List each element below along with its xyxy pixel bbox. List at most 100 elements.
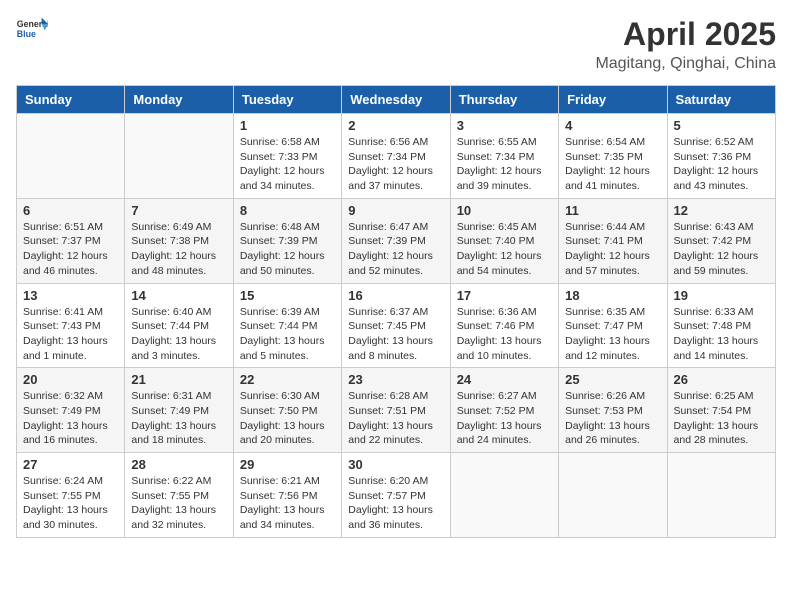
calendar-day-cell: 17 Sunrise: 6:36 AM Sunset: 7:46 PM Dayli… — [450, 283, 558, 368]
day-detail: Sunrise: 6:25 AM Sunset: 7:54 PM Dayligh… — [674, 389, 769, 448]
day-detail: Sunrise: 6:27 AM Sunset: 7:52 PM Dayligh… — [457, 389, 552, 448]
day-number: 4 — [565, 118, 660, 133]
calendar-day-cell: 10 Sunrise: 6:45 AM Sunset: 7:40 PM Dayli… — [450, 198, 558, 283]
weekday-header-row: SundayMondayTuesdayWednesdayThursdayFrid… — [17, 86, 776, 114]
calendar-day-cell: 24 Sunrise: 6:27 AM Sunset: 7:52 PM Dayli… — [450, 368, 558, 453]
calendar-day-cell: 27 Sunrise: 6:24 AM Sunset: 7:55 PM Dayli… — [17, 453, 125, 538]
weekday-header-friday: Friday — [559, 86, 667, 114]
day-detail: Sunrise: 6:45 AM Sunset: 7:40 PM Dayligh… — [457, 220, 552, 279]
day-number: 17 — [457, 288, 552, 303]
calendar-day-cell: 23 Sunrise: 6:28 AM Sunset: 7:51 PM Dayli… — [342, 368, 450, 453]
day-detail: Sunrise: 6:41 AM Sunset: 7:43 PM Dayligh… — [23, 305, 118, 364]
calendar-day-cell: 9 Sunrise: 6:47 AM Sunset: 7:39 PM Daylig… — [342, 198, 450, 283]
day-detail: Sunrise: 6:24 AM Sunset: 7:55 PM Dayligh… — [23, 474, 118, 533]
day-detail: Sunrise: 6:26 AM Sunset: 7:53 PM Dayligh… — [565, 389, 660, 448]
calendar-week-row: 20 Sunrise: 6:32 AM Sunset: 7:49 PM Dayli… — [17, 368, 776, 453]
day-number: 27 — [23, 457, 118, 472]
day-number: 21 — [131, 372, 226, 387]
calendar-day-cell: 12 Sunrise: 6:43 AM Sunset: 7:42 PM Dayli… — [667, 198, 775, 283]
calendar-day-cell: 8 Sunrise: 6:48 AM Sunset: 7:39 PM Daylig… — [233, 198, 341, 283]
day-detail: Sunrise: 6:33 AM Sunset: 7:48 PM Dayligh… — [674, 305, 769, 364]
day-number: 24 — [457, 372, 552, 387]
calendar-day-cell: 22Sunrise: 6:30 AM Sunset: 7:50 PM Dayli… — [233, 368, 341, 453]
day-number: 1 — [240, 118, 335, 133]
calendar-day-cell — [17, 114, 125, 199]
day-number: 3 — [457, 118, 552, 133]
day-number: 8 — [240, 203, 335, 218]
day-number: 14 — [131, 288, 226, 303]
calendar-day-cell: 30 Sunrise: 6:20 AM Sunset: 7:57 PM Dayli… — [342, 453, 450, 538]
day-detail: Sunrise: 6:39 AM Sunset: 7:44 PM Dayligh… — [240, 305, 335, 364]
day-detail: Sunrise: 6:52 AM Sunset: 7:36 PM Dayligh… — [674, 135, 769, 194]
page-header: General Blue April 2025 Magitang, Qingha… — [16, 16, 776, 73]
day-detail: Sunrise: 6:22 AM Sunset: 7:55 PM Dayligh… — [131, 474, 226, 533]
calendar-day-cell: 29 Sunrise: 6:21 AM Sunset: 7:56 PM Dayli… — [233, 453, 341, 538]
day-number: 9 — [348, 203, 443, 218]
calendar-week-row: 13 Sunrise: 6:41 AM Sunset: 7:43 PM Dayli… — [17, 283, 776, 368]
day-number: 20 — [23, 372, 118, 387]
weekday-header-monday: Monday — [125, 86, 233, 114]
day-detail: Sunrise: 6:20 AM Sunset: 7:57 PM Dayligh… — [348, 474, 443, 533]
calendar-day-cell — [667, 453, 775, 538]
day-detail: Sunrise: 6:35 AM Sunset: 7:47 PM Dayligh… — [565, 305, 660, 364]
calendar-day-cell: 6 Sunrise: 6:51 AM Sunset: 7:37 PM Daylig… — [17, 198, 125, 283]
calendar-week-row: 1Sunrise: 6:58 AM Sunset: 7:33 PM Daylig… — [17, 114, 776, 199]
svg-text:Blue: Blue — [17, 29, 36, 39]
day-number: 22 — [240, 372, 335, 387]
location-subtitle: Magitang, Qinghai, China — [595, 55, 776, 73]
calendar-day-cell: 28 Sunrise: 6:22 AM Sunset: 7:55 PM Dayli… — [125, 453, 233, 538]
calendar-day-cell: 16 Sunrise: 6:37 AM Sunset: 7:45 PM Dayli… — [342, 283, 450, 368]
calendar-day-cell: 20 Sunrise: 6:32 AM Sunset: 7:49 PM Dayli… — [17, 368, 125, 453]
calendar-day-cell: 18 Sunrise: 6:35 AM Sunset: 7:47 PM Dayli… — [559, 283, 667, 368]
weekday-header-tuesday: Tuesday — [233, 86, 341, 114]
calendar-day-cell: 19 Sunrise: 6:33 AM Sunset: 7:48 PM Dayli… — [667, 283, 775, 368]
calendar-day-cell — [559, 453, 667, 538]
day-number: 13 — [23, 288, 118, 303]
day-detail: Sunrise: 6:44 AM Sunset: 7:41 PM Dayligh… — [565, 220, 660, 279]
day-number: 16 — [348, 288, 443, 303]
day-number: 30 — [348, 457, 443, 472]
calendar-day-cell: 15 Sunrise: 6:39 AM Sunset: 7:44 PM Dayli… — [233, 283, 341, 368]
day-number: 10 — [457, 203, 552, 218]
day-number: 19 — [674, 288, 769, 303]
weekday-header-sunday: Sunday — [17, 86, 125, 114]
calendar-week-row: 6 Sunrise: 6:51 AM Sunset: 7:37 PM Daylig… — [17, 198, 776, 283]
day-number: 28 — [131, 457, 226, 472]
day-detail: Sunrise: 6:43 AM Sunset: 7:42 PM Dayligh… — [674, 220, 769, 279]
calendar-day-cell — [450, 453, 558, 538]
day-detail: Sunrise: 6:51 AM Sunset: 7:37 PM Dayligh… — [23, 220, 118, 279]
calendar-day-cell: 13 Sunrise: 6:41 AM Sunset: 7:43 PM Dayli… — [17, 283, 125, 368]
calendar-table: SundayMondayTuesdayWednesdayThursdayFrid… — [16, 85, 776, 538]
day-detail: Sunrise: 6:31 AM Sunset: 7:49 PM Dayligh… — [131, 389, 226, 448]
day-number: 6 — [23, 203, 118, 218]
calendar-day-cell: 2Sunrise: 6:56 AM Sunset: 7:34 PM Daylig… — [342, 114, 450, 199]
calendar-day-cell: 1Sunrise: 6:58 AM Sunset: 7:33 PM Daylig… — [233, 114, 341, 199]
day-number: 18 — [565, 288, 660, 303]
day-detail: Sunrise: 6:40 AM Sunset: 7:44 PM Dayligh… — [131, 305, 226, 364]
day-number: 11 — [565, 203, 660, 218]
day-detail: Sunrise: 6:37 AM Sunset: 7:45 PM Dayligh… — [348, 305, 443, 364]
calendar-day-cell: 25 Sunrise: 6:26 AM Sunset: 7:53 PM Dayli… — [559, 368, 667, 453]
month-year-title: April 2025 — [595, 16, 776, 53]
day-detail: Sunrise: 6:28 AM Sunset: 7:51 PM Dayligh… — [348, 389, 443, 448]
weekday-header-saturday: Saturday — [667, 86, 775, 114]
day-number: 26 — [674, 372, 769, 387]
day-detail: Sunrise: 6:36 AM Sunset: 7:46 PM Dayligh… — [457, 305, 552, 364]
calendar-day-cell: 5Sunrise: 6:52 AM Sunset: 7:36 PM Daylig… — [667, 114, 775, 199]
calendar-day-cell: 7Sunrise: 6:49 AM Sunset: 7:38 PM Daylig… — [125, 198, 233, 283]
day-number: 23 — [348, 372, 443, 387]
day-detail: Sunrise: 6:47 AM Sunset: 7:39 PM Dayligh… — [348, 220, 443, 279]
day-detail: Sunrise: 6:21 AM Sunset: 7:56 PM Dayligh… — [240, 474, 335, 533]
day-detail: Sunrise: 6:54 AM Sunset: 7:35 PM Dayligh… — [565, 135, 660, 194]
day-number: 15 — [240, 288, 335, 303]
logo: General Blue — [16, 16, 50, 40]
day-number: 12 — [674, 203, 769, 218]
calendar-day-cell: 4 Sunrise: 6:54 AM Sunset: 7:35 PM Daylig… — [559, 114, 667, 199]
day-detail: Sunrise: 6:48 AM Sunset: 7:39 PM Dayligh… — [240, 220, 335, 279]
calendar-day-cell: 11 Sunrise: 6:44 AM Sunset: 7:41 PM Dayli… — [559, 198, 667, 283]
day-number: 25 — [565, 372, 660, 387]
day-number: 29 — [240, 457, 335, 472]
day-detail: Sunrise: 6:55 AM Sunset: 7:34 PM Dayligh… — [457, 135, 552, 194]
title-area: April 2025 Magitang, Qinghai, China — [595, 16, 776, 73]
day-detail: Sunrise: 6:32 AM Sunset: 7:49 PM Dayligh… — [23, 389, 118, 448]
